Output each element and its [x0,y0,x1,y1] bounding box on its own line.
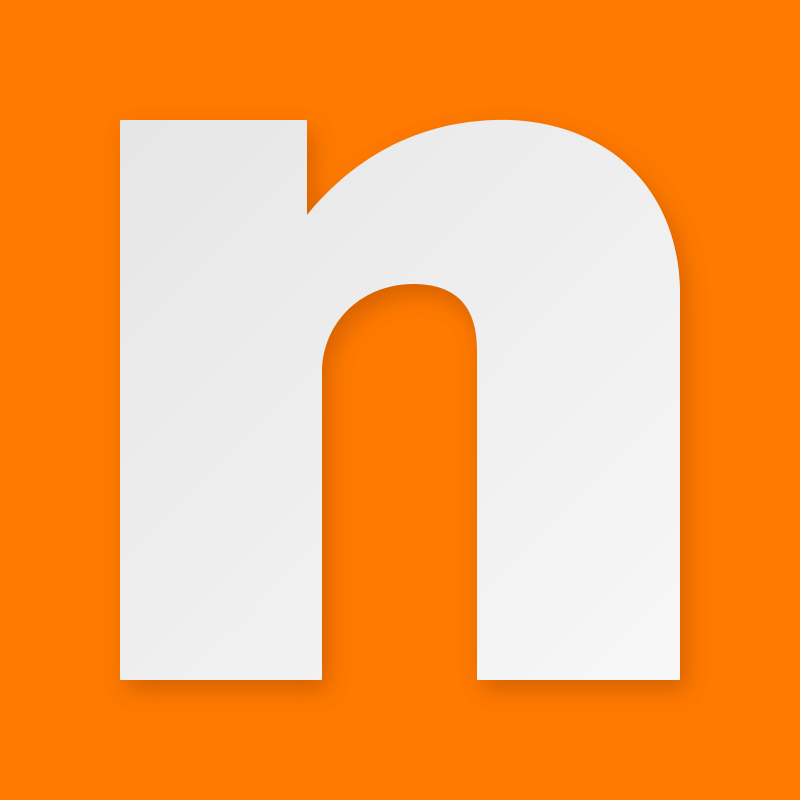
n-logo-icon [0,0,800,800]
app-logo-tile: n [0,0,800,800]
